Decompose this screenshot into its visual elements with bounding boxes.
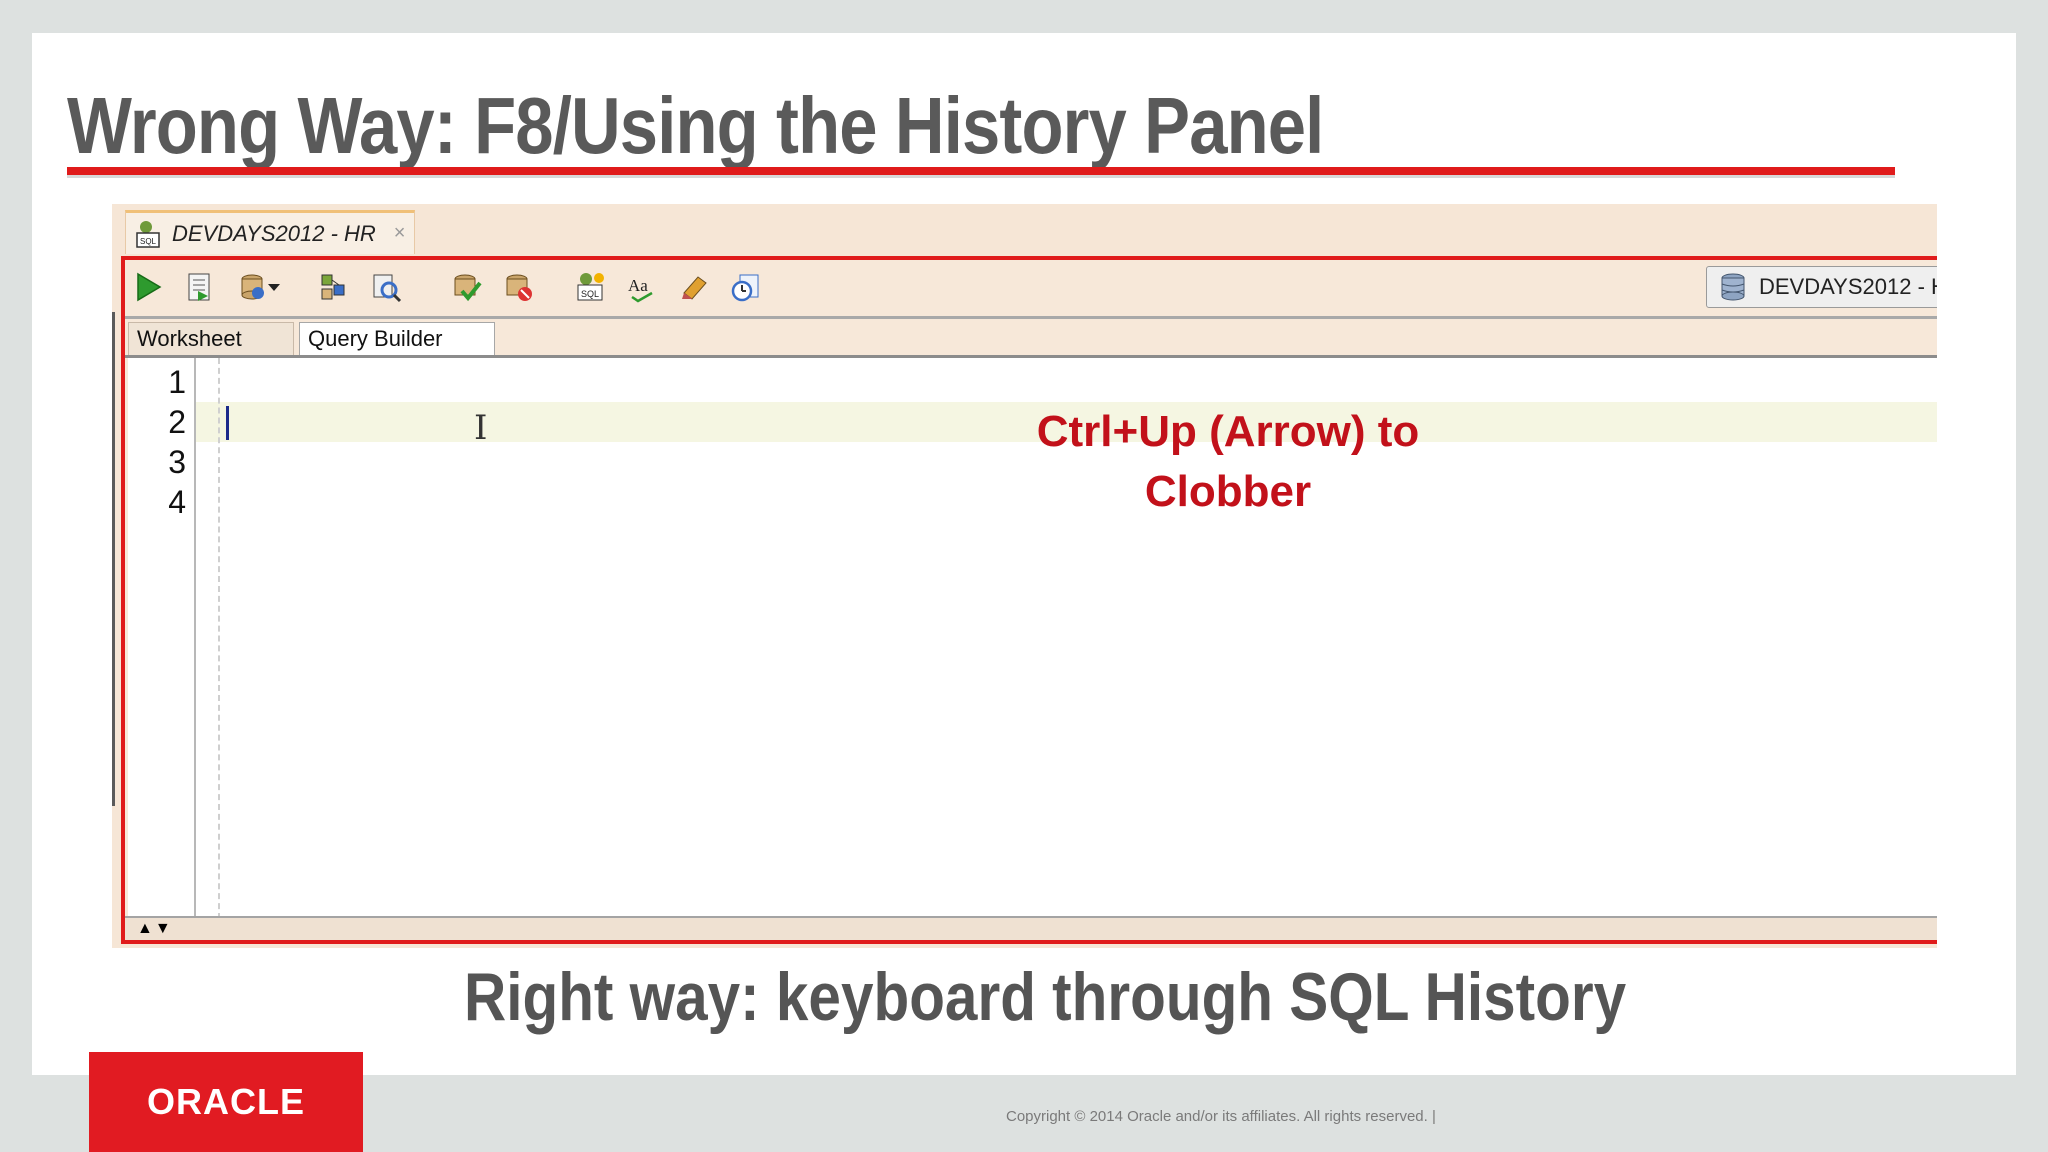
connection-selector-label: DEVDAYS2012 - H	[1759, 274, 1937, 299]
line-number: 3	[168, 444, 186, 480]
margin-guide	[218, 358, 220, 919]
dropdown-arrow-icon[interactable]	[265, 270, 283, 304]
sql-editor[interactable]: 1 2 3 4 I Ctrl+Up (Arrow) to Clobber	[128, 358, 1937, 919]
window-edge	[112, 312, 115, 806]
editor-statusbar: ▲▼	[125, 916, 1937, 940]
ibeam-cursor-icon: I	[474, 408, 488, 448]
close-tab-icon[interactable]: ×	[394, 222, 406, 245]
line-number: 1	[168, 364, 186, 400]
rollback-icon[interactable]	[501, 270, 535, 304]
svg-text:Aa: Aa	[628, 276, 648, 295]
slide-subtitle: Right way: keyboard through SQL History	[464, 959, 1627, 1035]
sql-worksheet-icon: SQL	[136, 220, 160, 248]
sql-history-icon[interactable]	[729, 270, 763, 304]
document-tab[interactable]: SQL DEVDAYS2012 - HR ×	[125, 210, 415, 254]
svg-text:SQL: SQL	[581, 289, 599, 299]
document-tab-label: DEVDAYS2012 - HR	[172, 220, 376, 246]
line-number-gutter: 1 2 3 4	[128, 358, 196, 919]
copyright-notice: Copyright © 2014 Oracle and/or its affil…	[1006, 1108, 1436, 1125]
slide-title: Wrong Way: F8/Using the History Panel	[67, 81, 1324, 170]
svg-text:SQL: SQL	[140, 237, 157, 246]
database-icon	[1721, 273, 1745, 301]
oracle-logo: ORACLE	[89, 1052, 363, 1152]
explain-plan-icon[interactable]	[317, 270, 351, 304]
tab-worksheet[interactable]: Worksheet	[128, 322, 294, 355]
title-underline	[67, 167, 1895, 175]
sql-developer-screenshot: SQL DEVDAYS2012 - HR × SQL Aa DEVDAYS201…	[112, 204, 1937, 948]
annotation-line-2: Clobber	[1144, 467, 1312, 516]
unshared-sql-icon[interactable]: SQL	[573, 270, 607, 304]
tab-query-builder[interactable]: Query Builder	[299, 322, 495, 355]
worksheet-toolbar: SQL Aa DEVDAYS2012 - H	[125, 260, 1937, 319]
connection-selector[interactable]: DEVDAYS2012 - H	[1706, 266, 1937, 308]
text-caret	[226, 406, 229, 440]
annotation-line-1: Ctrl+Up (Arrow) to	[1036, 407, 1420, 456]
title-underline-shadow	[67, 175, 1895, 178]
oracle-logo-text: ORACLE	[147, 1081, 305, 1122]
annotation-callout: Ctrl+Up (Arrow) to Clobber	[966, 402, 1490, 522]
run-script-icon[interactable]	[183, 270, 217, 304]
autotrace-icon[interactable]	[235, 270, 269, 304]
worksheet-subtabs: Worksheet Query Builder	[125, 319, 1937, 358]
clear-icon[interactable]	[677, 270, 711, 304]
line-number: 2	[168, 404, 186, 440]
sql-tuning-icon[interactable]	[369, 270, 403, 304]
worksheet-panel: SQL Aa DEVDAYS2012 - H Worksheet Query B…	[121, 256, 1937, 944]
run-statement-icon[interactable]	[131, 270, 165, 304]
line-number: 4	[168, 484, 186, 520]
format-sql-icon[interactable]: Aa	[625, 270, 659, 304]
scroll-arrows-icon[interactable]: ▲▼	[137, 920, 173, 938]
commit-icon[interactable]	[449, 270, 483, 304]
